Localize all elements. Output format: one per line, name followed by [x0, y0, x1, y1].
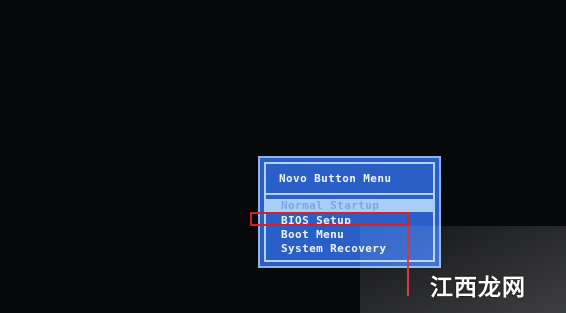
title-divider — [266, 193, 433, 195]
bios-setup-highlight-box — [250, 212, 409, 226]
watermark-logo: 江西龙网 — [430, 275, 526, 301]
menu-item-normal-startup[interactable]: Normal Startup — [264, 199, 435, 212]
boot-screen: Novo Button Menu Normal Startup BIOS Set… — [0, 0, 566, 313]
menu-title: Novo Button Menu — [279, 172, 392, 185]
